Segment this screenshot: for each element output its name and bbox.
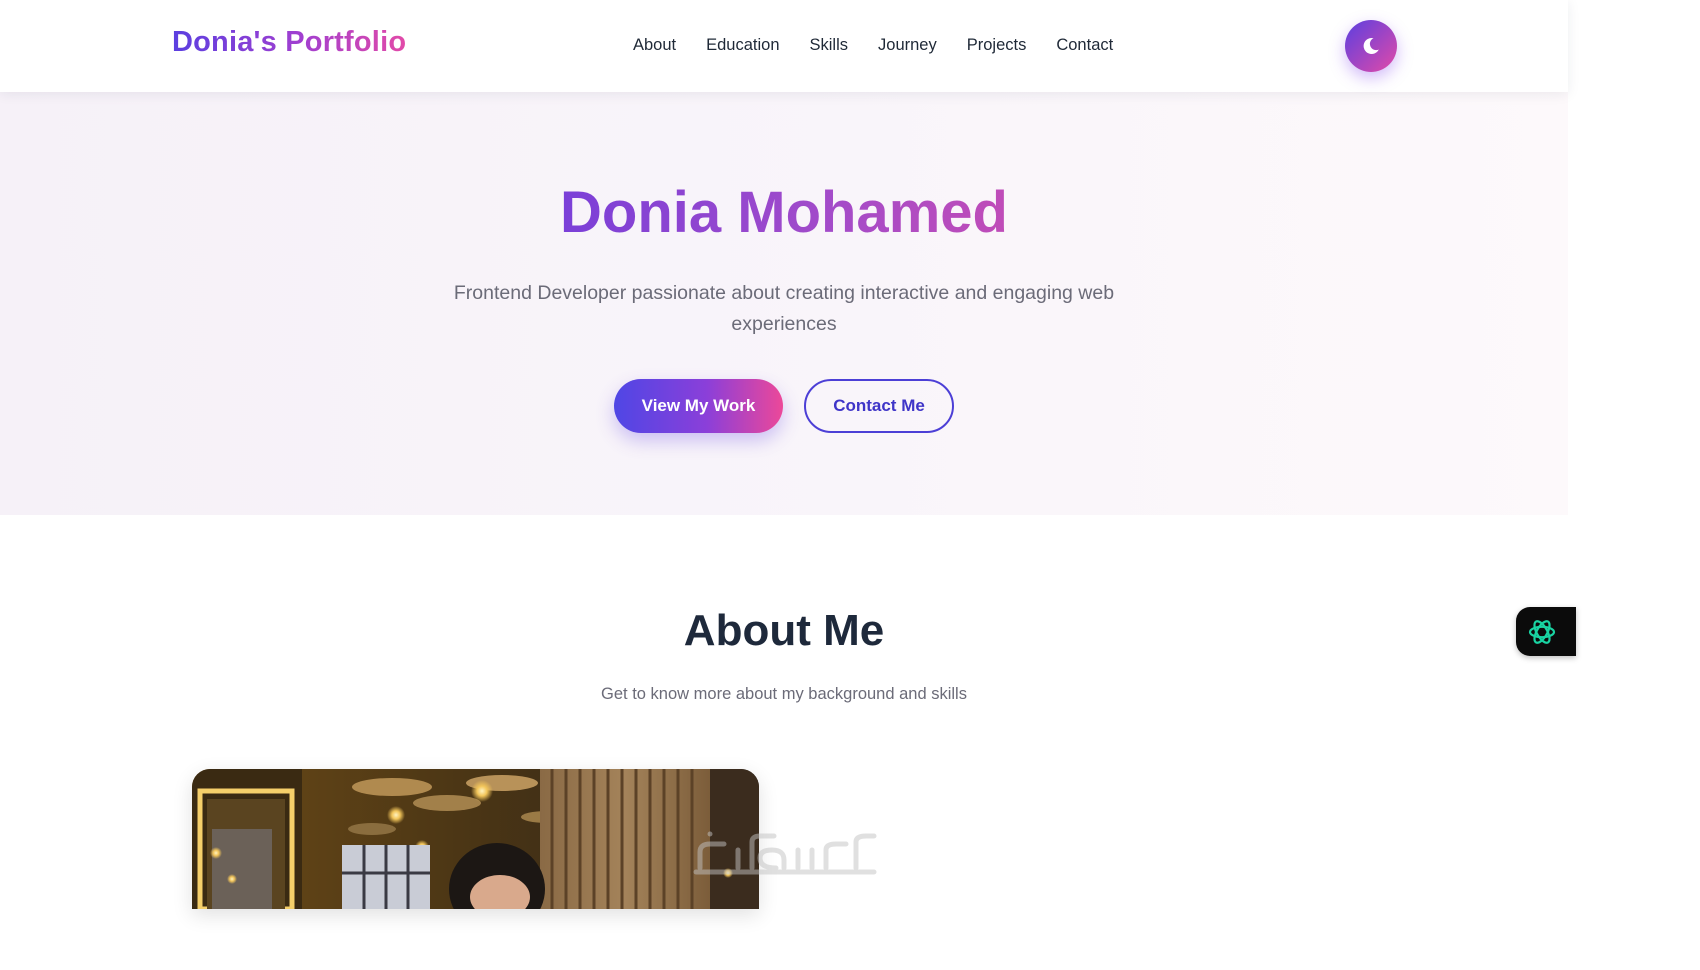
hero-section: Donia Mohamed Frontend Developer passion… (0, 92, 1568, 515)
moon-icon (1363, 37, 1379, 54)
nav-link-skills[interactable]: Skills (810, 36, 849, 54)
theme-toggle-button[interactable] (1345, 20, 1397, 72)
about-title: About Me (683, 606, 885, 655)
openai-knot-icon (1528, 619, 1556, 644)
view-my-work-button[interactable]: View My Work (614, 379, 783, 433)
contact-me-button[interactable]: Contact Me (804, 379, 954, 433)
nav-item-skills: Skills (810, 36, 849, 55)
hero-name-text: Donia Mohamed (560, 180, 1008, 245)
hero-subtitle: Frontend Developer passionate about crea… (453, 282, 1115, 335)
nav-link-journey[interactable]: Journey (878, 36, 937, 54)
nav-link-projects[interactable]: Projects (967, 36, 1027, 54)
site-header: Donia's Portfolio About Education Skills… (0, 0, 1568, 92)
assistant-widget-button[interactable] (1516, 607, 1576, 656)
nav-link-about[interactable]: About (633, 36, 676, 54)
nav-link-contact[interactable]: Contact (1056, 36, 1113, 54)
nav-item-journey: Journey (878, 36, 937, 55)
nav-item-contact: Contact (1056, 36, 1113, 55)
nav-item-about: About (633, 36, 676, 55)
nav-item-projects: Projects (967, 36, 1027, 55)
nav-link-education[interactable]: Education (706, 36, 779, 54)
main-nav: About Education Skills Journey Projects … (633, 36, 1113, 55)
watermark-logo (693, 831, 877, 875)
hero-name: Donia Mohamed (0, 184, 1568, 242)
profile-photo (192, 769, 759, 909)
about-subtitle: Get to know more about my background and… (601, 685, 967, 703)
nav-item-education: Education (706, 36, 779, 55)
site-logo[interactable]: Donia's Portfolio (172, 26, 406, 59)
profile-photo-image (192, 769, 759, 909)
